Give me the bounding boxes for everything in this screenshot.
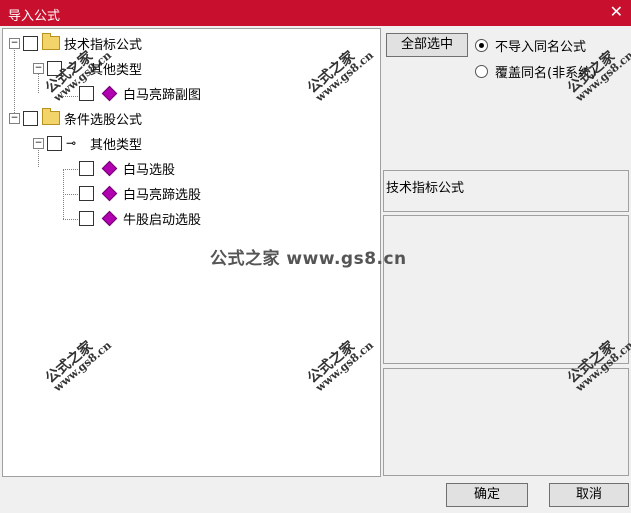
tree-leaf-label: 牛股启动选股 bbox=[123, 212, 202, 228]
formula-icon bbox=[101, 210, 118, 226]
tree-leaf-label: 白马选股 bbox=[123, 162, 176, 178]
folder-icon bbox=[42, 108, 60, 125]
formula-icon bbox=[101, 185, 118, 201]
radio-dot[interactable] bbox=[475, 39, 488, 52]
center-watermark: 公式之家 www.gs8.cn bbox=[210, 249, 407, 269]
formula-type-panel: 技术指标公式 bbox=[383, 170, 629, 212]
collapse-icon[interactable]: − bbox=[9, 37, 20, 49]
checkbox[interactable] bbox=[79, 85, 94, 101]
description-panel bbox=[383, 215, 629, 364]
formula-icon bbox=[101, 160, 118, 176]
tree-leaf[interactable]: 白马选股 bbox=[79, 158, 175, 178]
tree-node-group2[interactable]: − 条件选股公式 bbox=[9, 108, 142, 128]
tree-node-label: 其他类型 bbox=[90, 137, 143, 153]
collapse-icon[interactable]: − bbox=[9, 112, 20, 124]
radio-label: 不导入同名公式 bbox=[495, 40, 587, 55]
ok-button[interactable]: 确定 bbox=[446, 483, 528, 507]
title-bar: 导入公式 ✕ bbox=[0, 0, 631, 26]
checkbox[interactable] bbox=[79, 210, 94, 226]
tree-leaf[interactable]: 白马亮蹄副图 bbox=[79, 83, 201, 103]
window-title: 导入公式 bbox=[8, 9, 61, 24]
tree-leaf-label: 白马亮蹄副图 bbox=[123, 87, 202, 103]
formula-type-label: 技术指标公式 bbox=[386, 181, 465, 196]
tree-node-group1[interactable]: − 技术指标公式 bbox=[9, 33, 142, 53]
tree-node-group2-sub[interactable]: − ⊸ 其他类型 bbox=[33, 133, 142, 153]
checkbox[interactable] bbox=[23, 35, 38, 51]
tree-leaf-label: 白马亮蹄选股 bbox=[123, 187, 202, 203]
formula-icon bbox=[101, 85, 118, 101]
checkbox[interactable] bbox=[79, 160, 94, 176]
select-all-button[interactable]: 全部选中 bbox=[386, 33, 468, 57]
tree-node-label: 条件选股公式 bbox=[64, 112, 143, 128]
checkbox[interactable] bbox=[47, 135, 62, 151]
collapse-icon[interactable]: − bbox=[33, 62, 44, 74]
tree-leaf[interactable]: 白马亮蹄选股 bbox=[79, 183, 201, 203]
close-icon[interactable]: ✕ bbox=[610, 2, 623, 21]
radio-dot[interactable] bbox=[475, 65, 488, 78]
checkbox[interactable] bbox=[79, 185, 94, 201]
cancel-button[interactable]: 取消 bbox=[549, 483, 629, 507]
collapse-icon[interactable]: − bbox=[33, 137, 44, 149]
checkbox[interactable] bbox=[23, 110, 38, 126]
tree-leaf[interactable]: 牛股启动选股 bbox=[79, 208, 201, 228]
key-icon: ⊸ bbox=[66, 136, 77, 150]
folder-icon bbox=[42, 33, 60, 50]
radio-skip-duplicates[interactable]: 不导入同名公式 bbox=[475, 36, 586, 55]
